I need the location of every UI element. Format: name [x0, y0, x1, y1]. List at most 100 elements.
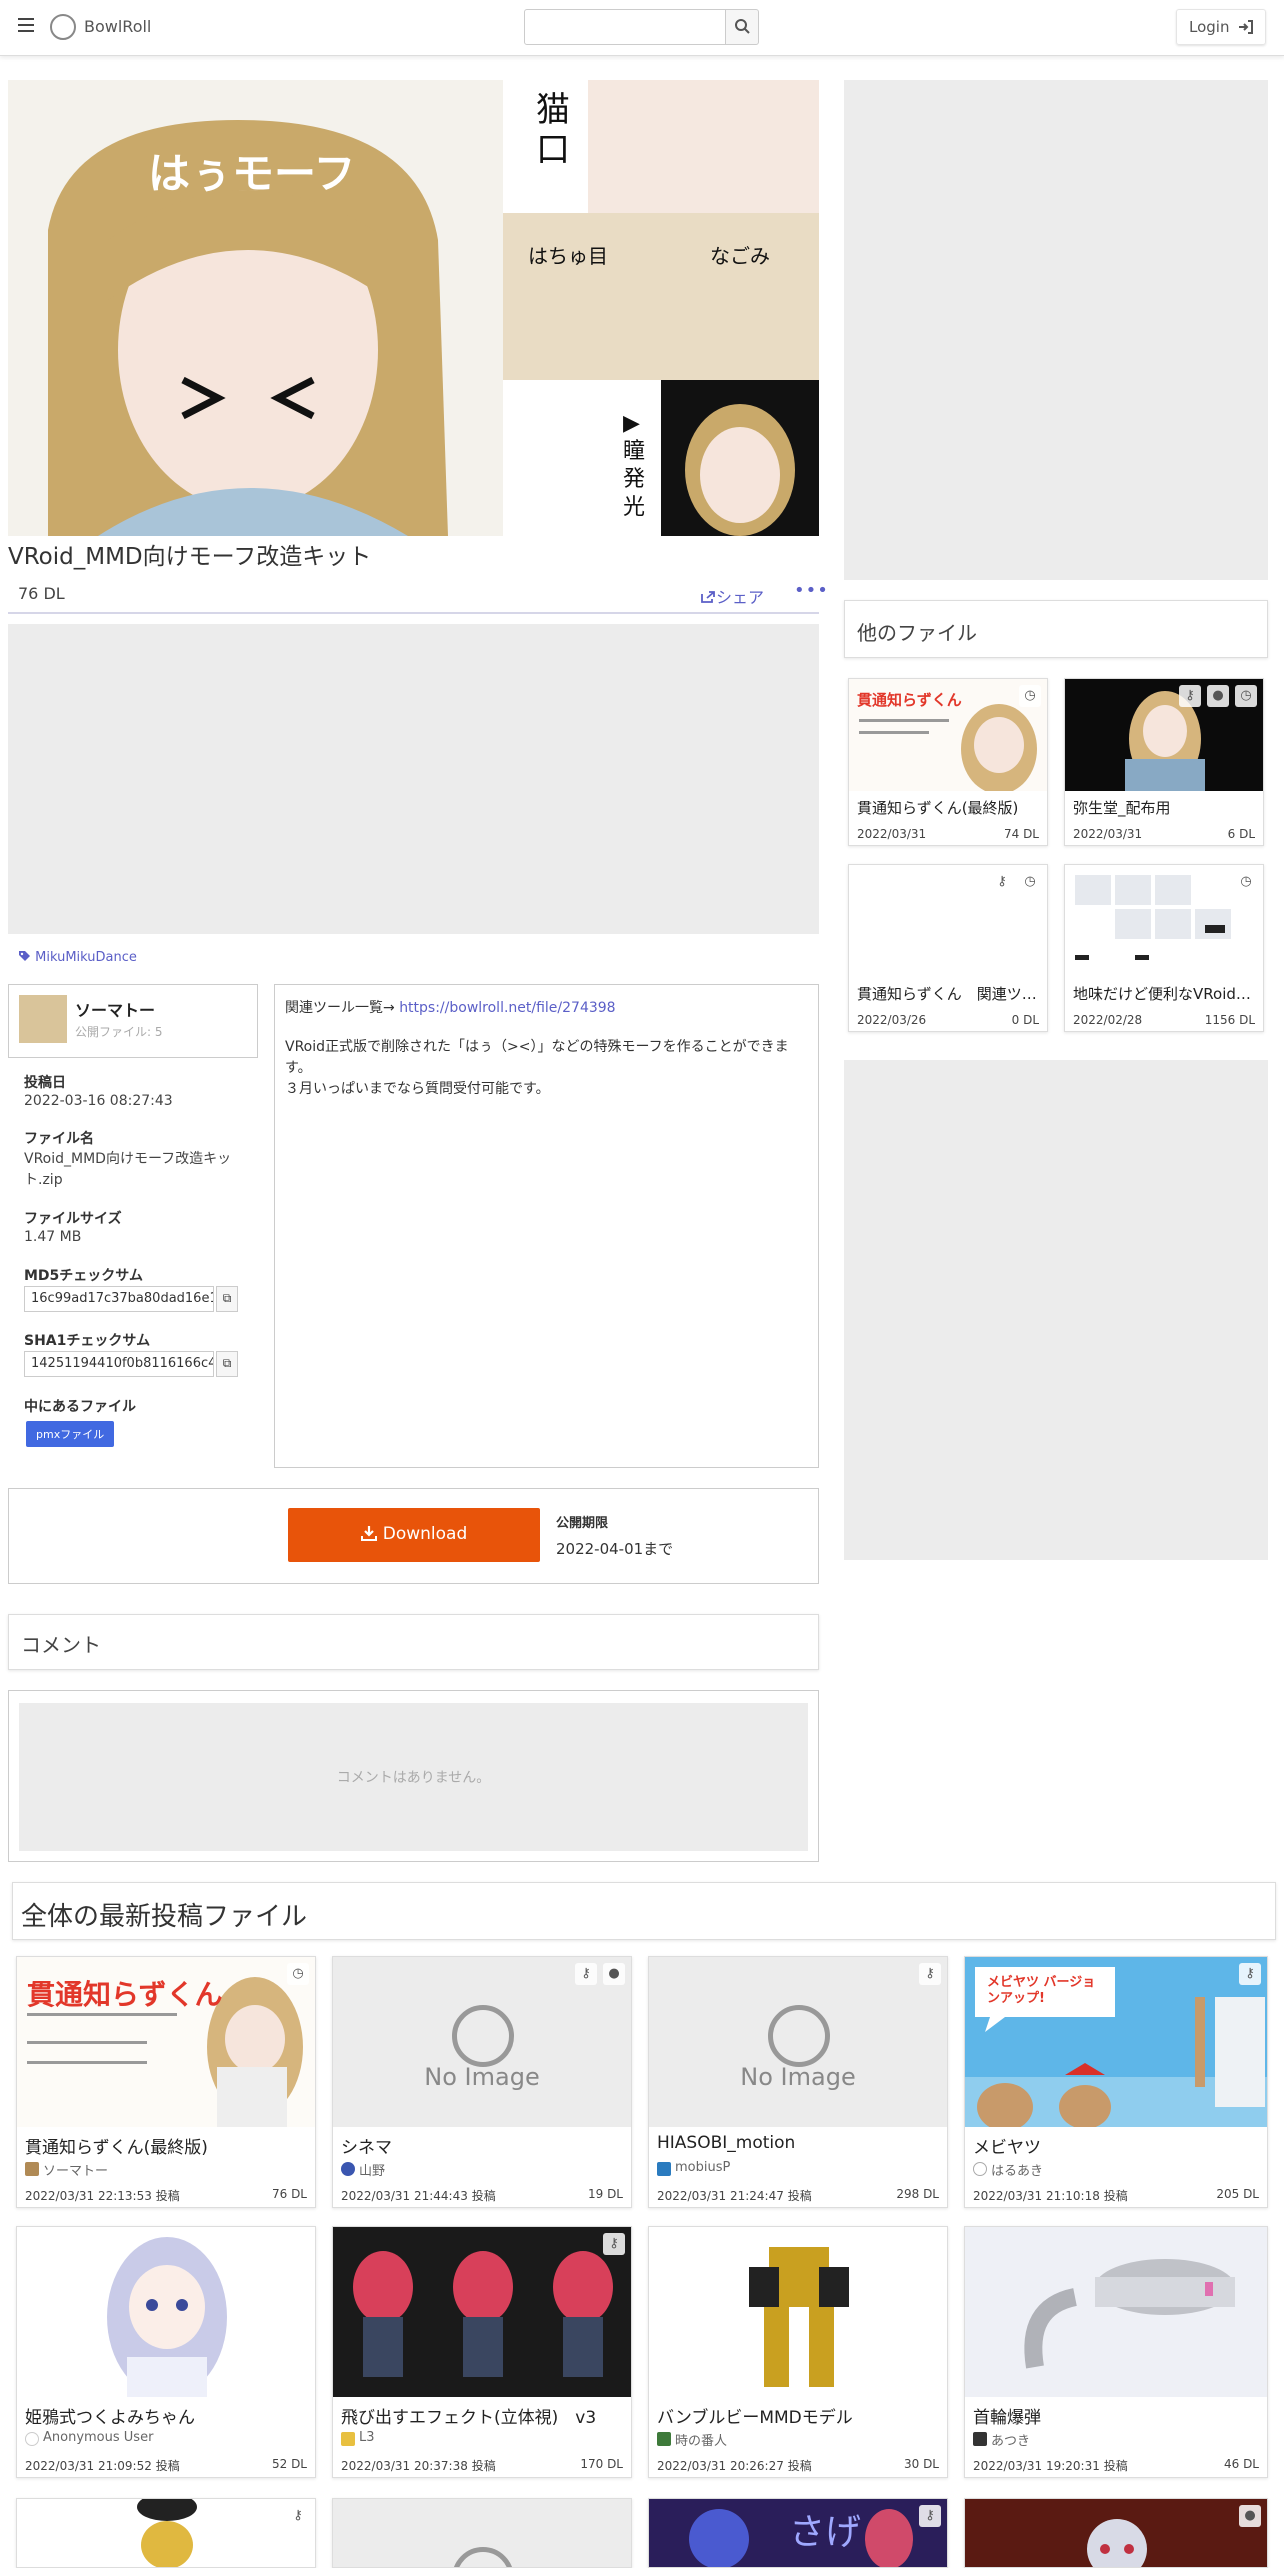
latest-file-name[interactable]: 飛び出すエフェクト(立体視) v3	[341, 2403, 625, 2428]
search-input[interactable]	[524, 9, 726, 45]
menu-icon[interactable]	[18, 18, 34, 32]
other-file-name[interactable]: 地味だけど便利なVRoid…	[1073, 983, 1257, 1004]
other-file-card[interactable]: ⚷ ◷ 貫通知らずくん 関連ツ… 2022/03/26 0 DL	[848, 864, 1048, 1032]
other-file-name[interactable]: 貫通知らずくん(最終版)	[857, 797, 1041, 818]
expiry-value: 2022-04-01まで	[556, 1540, 674, 1558]
no-image-text: No Image	[424, 2063, 540, 2091]
latest-file-dl: 46 DL	[1223, 2457, 1259, 2471]
latest-file-name[interactable]: 貫通知らずくん(最終版)	[25, 2133, 309, 2158]
latest-file-user[interactable]: L3	[359, 2430, 375, 2445]
other-file-name[interactable]: 弥生堂_配布用	[1073, 797, 1257, 818]
latest-file-name[interactable]: 姫鴉式つくよみちゃん	[25, 2403, 309, 2428]
file-preview-image[interactable]: はぅモーフ 猫口 はちゅ目 なごみ ▶瞳発光	[8, 80, 819, 536]
md5-field[interactable]: 16c99ad17c37ba80dad16e1	[24, 1286, 214, 1312]
copy-md5-button[interactable]: ⧉	[216, 1286, 238, 1312]
comments-empty-area: コメントはありません。	[19, 1703, 808, 1851]
latest-file-name[interactable]: 首輪爆弾	[973, 2403, 1257, 2428]
user-avatar	[25, 2162, 39, 2176]
latest-file-card[interactable]: 姫鴉式つくよみちゃん Anonymous User 2022/03/31 21:…	[16, 2226, 316, 2478]
sign-in-icon	[1239, 20, 1254, 34]
no-image-text: No Image	[740, 2063, 856, 2091]
hero-nagomi-label: なごみ	[710, 244, 770, 268]
latest-file-card[interactable]: ⚷	[16, 2498, 316, 2568]
hero-cat-label: 猫口	[536, 90, 570, 170]
key-icon: ⚷	[991, 871, 1013, 893]
key-icon: ⚷	[919, 1963, 941, 1985]
latest-file-date: 2022/03/31 20:37:38 投稿	[341, 2459, 496, 2473]
latest-file-user[interactable]: はるあき	[991, 2160, 1043, 2179]
other-file-card[interactable]: ◷ 地味だけど便利なVRoid… 2022/02/28 1156 DL	[1064, 864, 1264, 1032]
latest-file-card[interactable]	[332, 2498, 632, 2568]
no-image-icon	[452, 2547, 514, 2567]
user-avatar	[973, 2432, 987, 2446]
latest-file-name[interactable]: メビヤツ	[973, 2133, 1257, 2158]
latest-file-card[interactable]: No Image ⚷ ● シネマ 山野 2022/03/31 21:44:43 …	[332, 1956, 632, 2208]
anonymous-user-icon	[25, 2432, 39, 2446]
other-file-card[interactable]: 貫通知らずくん ◷ 貫通知らずくん(最終版) 2022/03/31 74 DL	[848, 678, 1048, 846]
latest-file-user[interactable]: 時の番人	[675, 2430, 727, 2449]
category-tag[interactable]: MikuMikuDance	[18, 950, 137, 965]
latest-file-card[interactable]: バンブルビーMMDモデル 時の番人 2022/03/31 20:26:27 投稿…	[648, 2226, 948, 2478]
ad-banner-main	[8, 624, 819, 934]
latest-file-card[interactable]: 首輪爆弾 あつき 2022/03/31 19:20:31 投稿 46 DL	[964, 2226, 1268, 2478]
comments-header: コメント	[8, 1614, 819, 1670]
key-icon: ⚷	[1239, 1963, 1261, 1985]
sha1-field[interactable]: 14251194410f0b8116166c48	[24, 1351, 214, 1377]
latest-file-card[interactable]: さげ ⚷	[648, 2498, 948, 2568]
posted-value: 2022-03-16 08:27:43	[24, 1093, 173, 1109]
download-button[interactable]: Download	[288, 1508, 540, 1562]
latest-file-user[interactable]: あつき	[991, 2430, 1030, 2449]
description-box: 関連ツール一覧→ https://bowlroll.net/file/27439…	[274, 984, 819, 1468]
no-image-placeholder: No Image	[649, 1957, 947, 2127]
latest-file-name[interactable]: シネマ	[341, 2133, 625, 2158]
more-options-icon[interactable]: •••	[794, 580, 829, 601]
latest-file-user[interactable]: Anonymous User	[43, 2430, 153, 2445]
latest-file-card[interactable]: ●	[964, 2498, 1268, 2568]
copy-sha1-button[interactable]: ⧉	[216, 1351, 238, 1377]
latest-file-dl: 76 DL	[271, 2187, 307, 2201]
ad-banner-side-bottom	[844, 1060, 1268, 1560]
preview-artwork	[8, 80, 819, 536]
latest-file-date: 2022/03/31 22:13:53 投稿	[25, 2189, 180, 2203]
share-button[interactable]: シェア	[700, 584, 764, 608]
other-file-card[interactable]: ⚷ ● ◷ 弥生堂_配布用 2022/03/31 6 DL	[1064, 678, 1264, 846]
related-tools-prefix: 関連ツール一覧→	[285, 1000, 400, 1016]
latest-file-name[interactable]: バンブルビーMMDモデル	[657, 2403, 941, 2428]
other-file-dl: 6 DL	[1227, 827, 1255, 841]
contents-label: 中にあるファイル	[24, 1399, 136, 1415]
related-tools-link[interactable]: https://bowlroll.net/file/274398	[399, 1000, 615, 1016]
latest-file-card[interactable]: ⚷ 飛び出すエフェクト(立体視) v3 L3 2022/03/31 20:37:…	[332, 2226, 632, 2478]
user-icon: ●	[1239, 2505, 1261, 2527]
latest-file-card[interactable]: 貫通知らずくん ◷ 貫通知らずくん(最終版) ソーマトー 2022/03/31 …	[16, 1956, 316, 2208]
other-file-date: 2022/03/31	[1073, 827, 1143, 841]
author-card[interactable]: ソーマトー 公開ファイル: 5	[8, 984, 258, 1058]
author-name[interactable]: ソーマトー	[75, 997, 155, 1021]
pmx-file-tag[interactable]: pmxファイル	[26, 1421, 115, 1447]
latest-file-card[interactable]: No Image ⚷ HIASOBI_motion mobiusP 2022/0…	[648, 1956, 948, 2208]
user-avatar	[657, 2432, 671, 2446]
latest-file-thumb	[965, 2227, 1267, 2397]
top-navbar: BowlRoll Login	[0, 0, 1284, 56]
latest-file-user[interactable]: 山野	[359, 2160, 385, 2179]
search-button[interactable]	[725, 9, 759, 45]
other-file-date: 2022/03/31	[857, 827, 927, 841]
key-icon: ⚷	[575, 1963, 597, 1985]
latest-files-heading: 全体の最新投稿ファイル	[21, 1902, 308, 1932]
latest-file-name[interactable]: HIASOBI_motion	[657, 2133, 941, 2153]
latest-file-user[interactable]: ソーマトー	[43, 2160, 108, 2179]
tag-icon	[19, 951, 30, 961]
bowlroll-logo-icon[interactable]	[50, 14, 76, 40]
site-logo-text[interactable]: BowlRoll	[84, 17, 151, 36]
latest-file-card[interactable]: メビヤツ バージョンアップ! ⚷ メビヤツ はるあき 2022/03/31 21…	[964, 1956, 1268, 2208]
other-file-date: 2022/02/28	[1073, 1013, 1143, 1027]
latest-file-user[interactable]: mobiusP	[675, 2160, 730, 2175]
login-label: Login	[1189, 18, 1230, 36]
author-avatar[interactable]	[19, 995, 67, 1043]
other-file-name[interactable]: 貫通知らずくん 関連ツ…	[857, 983, 1041, 1004]
key-icon: ⚷	[603, 2233, 625, 2255]
latest-file-thumb	[333, 2227, 631, 2397]
comments-box: コメントはありません。	[8, 1690, 819, 1862]
login-button[interactable]: Login	[1176, 9, 1266, 45]
latest-file-thumb	[17, 2499, 315, 2567]
download-count: 76 DL	[18, 584, 65, 603]
